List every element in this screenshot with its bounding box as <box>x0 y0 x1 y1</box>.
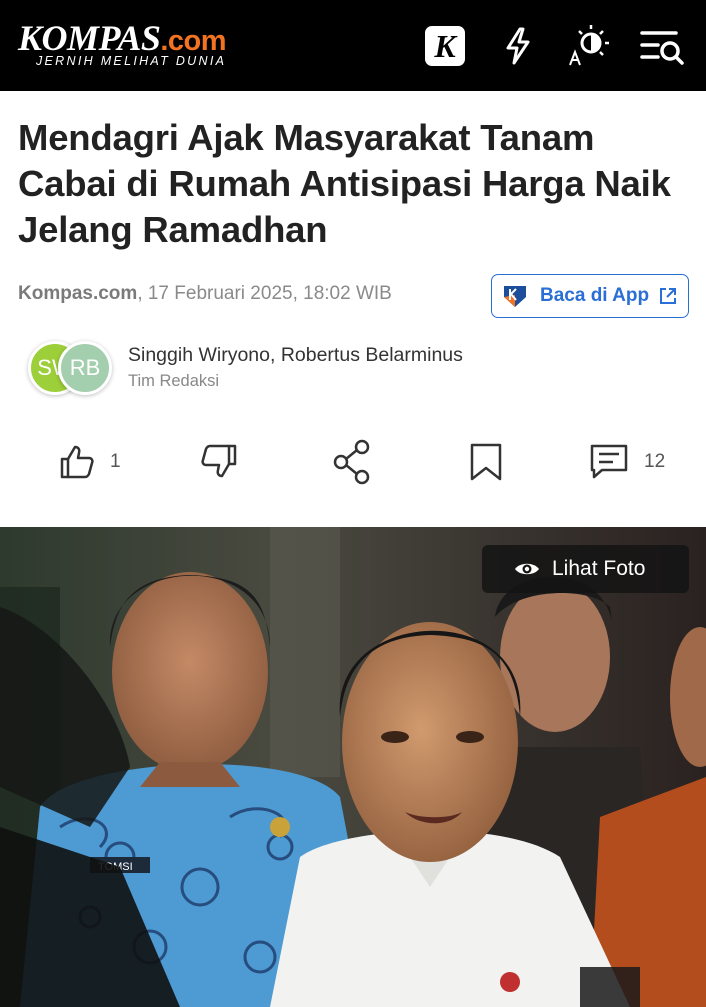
kompas-k-icon[interactable]: K <box>421 22 469 70</box>
kompas-app-icon <box>504 286 526 307</box>
like-button[interactable]: 1 <box>58 438 121 486</box>
external-link-icon <box>660 288 676 304</box>
bookmark-icon <box>470 443 502 481</box>
k-letter: K <box>425 26 465 66</box>
author-role: Tim Redaksi <box>128 372 220 390</box>
comment-count: 12 <box>644 451 666 472</box>
thumbs-down-icon <box>201 444 237 478</box>
menu-search-icon[interactable] <box>638 22 686 70</box>
view-photo-button[interactable]: Lihat Foto <box>482 545 689 593</box>
kompas-logo[interactable]: KOMPAS.com JERNIH MELIHAT DUNIA <box>18 18 248 72</box>
thumbs-up-icon <box>60 445 94 479</box>
article-headline: Mendagri Ajak Masyarakat Tanam Cabai di … <box>18 117 671 250</box>
article-meta: Kompas.com, 17 Februari 2025, 18:02 WIB <box>18 283 392 305</box>
read-in-app-button[interactable]: Baca di App <box>491 274 689 318</box>
view-photo-label: Lihat Foto <box>552 557 646 580</box>
like-count: 1 <box>110 451 121 472</box>
avatar-rb[interactable]: RB <box>58 341 112 395</box>
read-in-app-label: Baca di App <box>540 285 650 306</box>
article-photo-image: TOMSI <box>0 527 706 1007</box>
share-button[interactable] <box>330 438 374 486</box>
bookmark-button[interactable] <box>464 438 508 486</box>
logo-tagline: JERNIH MELIHAT DUNIA <box>36 54 227 68</box>
dislike-button[interactable] <box>196 438 238 486</box>
article-source: Kompas.com <box>18 283 138 304</box>
comment-icon <box>590 444 628 479</box>
flash-icon[interactable] <box>494 22 542 70</box>
comment-button[interactable]: 12 <box>588 438 665 486</box>
theme-toggle-icon[interactable] <box>565 22 613 70</box>
eye-icon <box>515 563 539 575</box>
article-datetime: , 17 Februari 2025, 18:02 WIB <box>137 283 392 304</box>
share-icon <box>333 439 370 485</box>
top-bar: KOMPAS.com JERNIH MELIHAT DUNIA K <box>0 0 706 91</box>
article-photo[interactable]: TOMSI <box>0 527 706 1007</box>
author-avatars[interactable]: SW RB <box>28 341 114 397</box>
author-names[interactable]: Singgih Wiryono, Robertus Belarminus <box>128 344 463 367</box>
